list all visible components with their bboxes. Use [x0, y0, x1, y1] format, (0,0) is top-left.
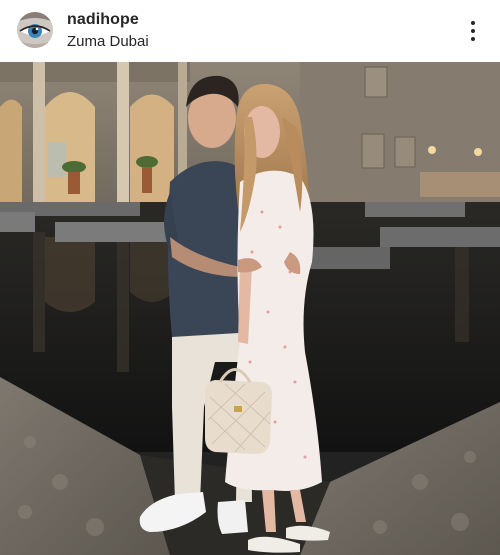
location-tag[interactable]: Zuma Dubai [67, 33, 149, 50]
post-photo[interactable] [0, 62, 500, 555]
username[interactable]: nadihope [67, 11, 139, 29]
eye-avatar-icon [17, 12, 53, 48]
post-header: nadihope Zuma Dubai [0, 0, 500, 62]
profile-avatar[interactable] [17, 12, 53, 48]
instagram-post: nadihope Zuma Dubai [0, 0, 500, 555]
couple-photo [0, 62, 500, 555]
more-options-button[interactable] [460, 18, 486, 44]
more-options-icon [471, 21, 475, 41]
